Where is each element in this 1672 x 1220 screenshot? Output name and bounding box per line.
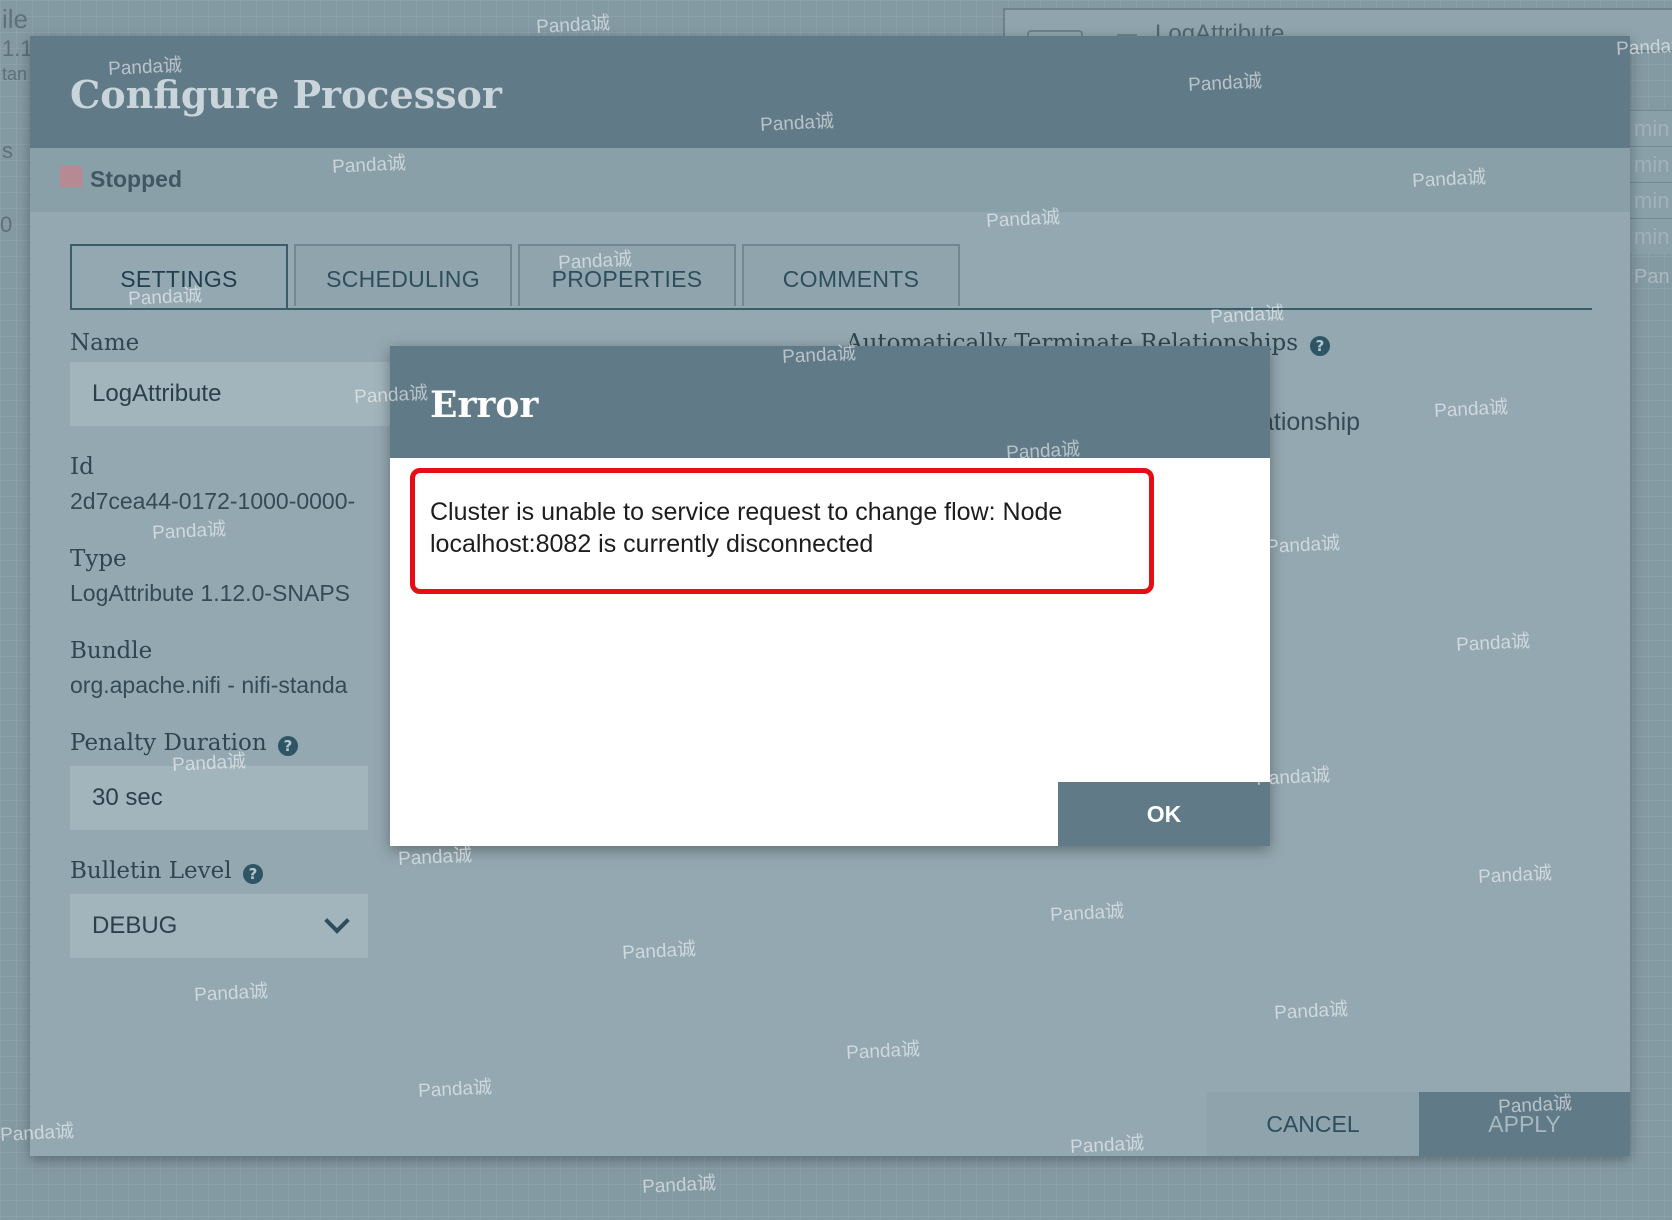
bulletin-level-select[interactable]: DEBUG [70,894,368,958]
status-label: Stopped [90,166,182,192]
tab-scheduling[interactable]: SCHEDULING [294,244,512,306]
bg-text-fragment: tan [2,64,28,84]
id-value: 2d7cea44-0172-1000-0000- [70,488,356,514]
bg-text-fragment: 1.1 [2,36,33,61]
id-label: Id [70,454,94,480]
bundle-label: Bundle [70,638,153,664]
bg-stat-row: min [1630,218,1672,254]
penalty-duration-label: Penalty Duration [70,730,267,756]
bg-stat-row: min [1630,110,1672,146]
penalty-duration-input[interactable]: 30 sec [70,766,368,830]
tab-divider [70,308,1592,310]
error-title: Error [430,384,539,426]
stopped-icon [60,166,82,188]
bulletin-level-label: Bulletin Level [70,858,232,884]
dialog-title: Configure Processor [70,72,502,117]
tab-comments[interactable]: COMMENTS [742,244,960,306]
bg-text-fragment: Pan [1634,266,1670,288]
bundle-value: org.apache.nifi - nifi-standa [70,672,348,698]
bulletin-level-value: DEBUG [92,912,178,939]
relationship-label: ationship [1260,408,1361,436]
bg-stat-row: min [1630,182,1672,218]
error-dialog: Error Cluster is unable to service reque… [390,346,1270,846]
name-label: Name [70,330,140,356]
chevron-down-icon [324,908,350,934]
apply-button[interactable]: APPLY [1419,1092,1630,1156]
type-label: Type [70,546,127,572]
bg-stat-row: min [1630,146,1672,182]
question-circle-icon[interactable]: ? [243,864,263,884]
error-dialog-header: Error [390,346,1270,458]
type-value: LogAttribute 1.12.0-SNAPS [70,580,350,606]
error-message: Cluster is unable to service request to … [430,498,1063,558]
cancel-button[interactable]: CANCEL [1207,1092,1419,1156]
bg-text-fragment: s [2,138,13,163]
ok-button[interactable]: OK [1058,782,1270,846]
dialog-header: Configure Processor [30,36,1630,148]
bg-text-fragment: ile [2,4,29,34]
question-circle-icon[interactable]: ? [1310,336,1330,356]
tab-settings[interactable]: SETTINGS [70,244,288,310]
bg-text-fragment: 0 [0,212,13,237]
question-circle-icon[interactable]: ? [278,736,298,756]
tab-properties[interactable]: PROPERTIES [518,244,736,306]
status-bar [30,148,1630,212]
